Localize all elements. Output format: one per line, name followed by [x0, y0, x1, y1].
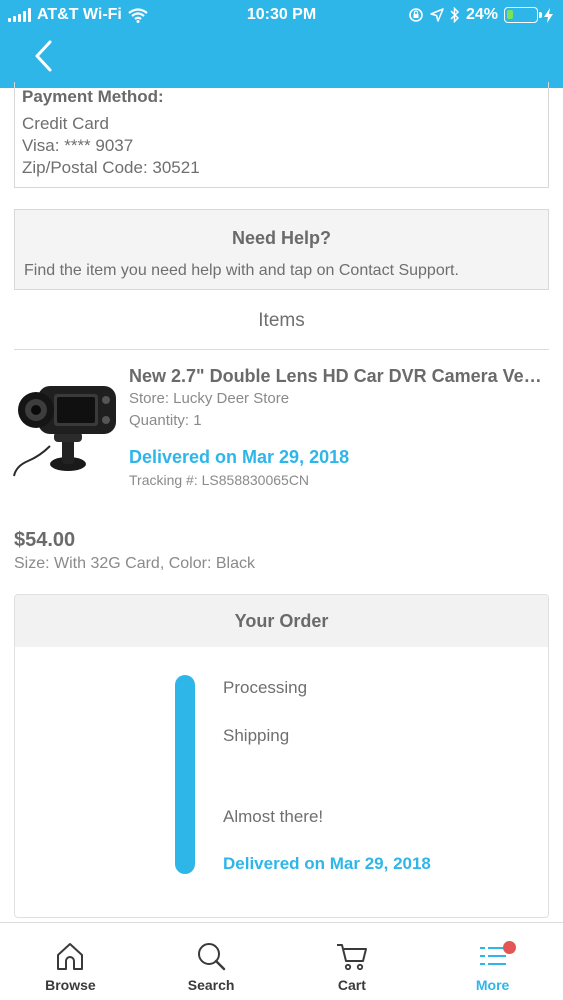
location-arrow-icon: [430, 8, 444, 22]
item-quantity: Quantity: 1: [129, 412, 202, 429]
step-delivered: Delivered on Mar 29, 2018: [223, 854, 431, 873]
order-status-title: Your Order: [15, 595, 548, 647]
battery-fill: [507, 10, 513, 19]
dash-camera-image[interactable]: [10, 376, 120, 486]
item-tracking-number: Tracking #: LS858830065CN: [129, 472, 310, 488]
cart-icon: [336, 944, 367, 971]
battery-icon: [504, 7, 542, 23]
item-title-link[interactable]: New 2.7" Double Lens HD Car DVR Camera V…: [129, 366, 549, 387]
tab-more[interactable]: More: [422, 923, 563, 1000]
need-help-title: Need Help?: [231, 228, 332, 248]
payment-zip: Zip/Postal Code: 30521: [22, 158, 200, 177]
rotation-lock-icon: [409, 8, 423, 22]
tab-browse[interactable]: Browse: [0, 923, 141, 1000]
item-delivery-status: Delivered on Mar 29, 2018: [129, 447, 350, 467]
back-button[interactable]: [26, 36, 66, 76]
charging-bolt-icon: [544, 7, 553, 23]
bottom-tab-bar: Browse Search Cart More: [0, 922, 563, 1000]
tab-cart-label: Cart: [337, 977, 366, 993]
tab-browse-label: Browse: [45, 977, 96, 993]
payment-method-title: Payment Method:: [22, 87, 164, 106]
order-progress-bar: [175, 675, 195, 874]
order-status-card: Your Order Processing Shipping Almost th…: [14, 594, 549, 918]
items-section-title: Items: [258, 310, 305, 331]
status-right: 24%: [408, 6, 553, 24]
status-bar: AT&T Wi-Fi 10:30 PM 24%: [0, 0, 563, 30]
battery-percent: 24%: [465, 6, 498, 23]
tab-cart[interactable]: Cart: [282, 923, 423, 1000]
items-divider: [14, 349, 549, 350]
payment-card-number: Visa: **** 9037: [22, 136, 134, 155]
payment-method-card: Payment Method: Credit Card Visa: **** 9…: [14, 82, 549, 188]
camera-illustration: [13, 386, 116, 477]
step-shipping: Shipping: [223, 726, 290, 745]
step-almost-there: Almost there!: [223, 807, 324, 826]
tab-more-label: More: [475, 977, 510, 993]
payment-type: Credit Card: [22, 114, 109, 133]
need-help-card: Need Help? Find the item you need help w…: [14, 209, 549, 290]
search-icon: [198, 943, 226, 971]
item-variant: Size: With 32G Card, Color: Black: [14, 555, 255, 572]
notification-dot: [503, 941, 517, 954]
battery-tip: [539, 12, 542, 18]
tab-search[interactable]: Search: [141, 923, 282, 1000]
home-icon: [57, 943, 84, 970]
tab-search-label: Search: [187, 977, 235, 993]
step-processing: Processing: [223, 678, 308, 697]
chevron-left-icon: [35, 40, 52, 72]
need-help-text: Find the item you need help with and tap…: [24, 262, 459, 279]
item-price: $54.00: [14, 529, 76, 551]
bluetooth-icon: [450, 7, 460, 23]
top-header: AT&T Wi-Fi 10:30 PM 24%: [0, 0, 563, 88]
item-store: Store: Lucky Deer Store: [129, 390, 290, 407]
